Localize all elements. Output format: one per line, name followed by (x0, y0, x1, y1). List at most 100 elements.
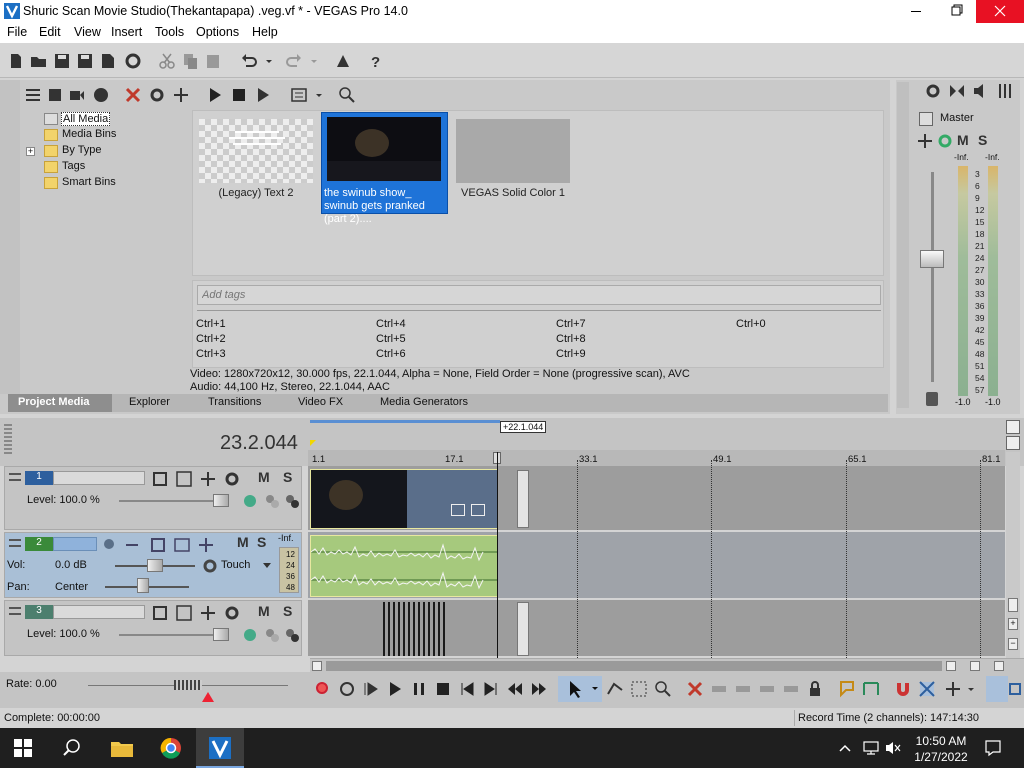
cut-icon[interactable] (158, 52, 176, 70)
horizontal-scroll-thumb[interactable] (326, 661, 942, 671)
notifications-icon[interactable] (984, 739, 1002, 757)
speaker-icon[interactable] (972, 82, 990, 100)
invert-phase-icon[interactable] (123, 536, 141, 554)
lock-icon[interactable] (926, 392, 938, 406)
stop-preview-icon[interactable] (230, 86, 248, 104)
make-child-icon[interactable] (283, 626, 301, 644)
track-number[interactable]: 1 (25, 471, 53, 485)
media-settings-icon[interactable] (24, 86, 42, 104)
tab-video-fx[interactable]: Video FX (298, 396, 343, 408)
import-media-icon[interactable] (46, 86, 64, 104)
mute-button[interactable]: M (258, 469, 270, 485)
envelope-tool-icon[interactable] (606, 680, 624, 698)
region-icon[interactable] (862, 680, 880, 698)
master-solo-button[interactable]: S (978, 132, 987, 148)
tree-item-all-media[interactable]: All Media (61, 112, 111, 126)
mixer-icon[interactable] (996, 82, 1014, 100)
collapse-icon[interactable] (9, 473, 21, 481)
menu-file[interactable]: File (7, 25, 27, 39)
shortcut-label[interactable]: Ctrl+9 (556, 348, 586, 360)
stop-icon[interactable] (434, 680, 452, 698)
ripple-dropdown-icon[interactable] (966, 680, 976, 698)
tab-transitions[interactable]: Transitions (208, 396, 261, 408)
track-fx-icon[interactable] (175, 604, 193, 622)
undo-icon[interactable] (240, 52, 258, 70)
tree-item-smart-bins[interactable]: Smart Bins (62, 176, 116, 188)
shortcut-label[interactable]: Ctrl+6 (376, 348, 406, 360)
play-from-start-icon[interactable] (362, 680, 380, 698)
maximize-button[interactable] (936, 0, 976, 23)
chevron-up-icon[interactable] (838, 742, 852, 754)
shortcut-label[interactable]: Ctrl+7 (556, 318, 586, 330)
mute-button[interactable]: M (258, 603, 270, 619)
collapse-icon[interactable] (9, 539, 21, 547)
clock-date[interactable]: 1/27/2022 (910, 750, 972, 764)
audio-event[interactable] (310, 535, 498, 597)
volume-muted-icon[interactable] (884, 740, 902, 756)
tree-item-tags[interactable]: Tags (62, 160, 85, 172)
chrome-icon[interactable] (160, 737, 182, 759)
tab-project-media[interactable]: Project Media (18, 396, 90, 408)
track-number[interactable]: 3 (25, 605, 53, 619)
selection-tool-icon[interactable] (630, 680, 648, 698)
master-fader-handle[interactable] (920, 250, 944, 268)
tree-item-by-type[interactable]: By Type (62, 144, 102, 156)
menu-edit[interactable]: Edit (39, 25, 61, 39)
scroll-down-button[interactable] (1008, 598, 1018, 612)
normal-edit-tool-button[interactable] (558, 676, 602, 702)
get-media-web-icon[interactable] (92, 86, 110, 104)
go-to-end-icon[interactable] (482, 680, 500, 698)
track-name-input[interactable] (53, 471, 145, 485)
loop-playback-icon[interactable] (338, 680, 356, 698)
make-parent-icon[interactable] (263, 626, 281, 644)
event-end-marker[interactable] (517, 602, 529, 656)
menu-view[interactable]: View (74, 25, 101, 39)
compositing-icon[interactable] (199, 604, 217, 622)
scroll-left-button[interactable] (312, 661, 322, 671)
lock-envelopes-button[interactable] (986, 676, 1008, 702)
level-slider-handle[interactable] (213, 494, 229, 507)
media-properties-icon[interactable] (148, 86, 166, 104)
text-event[interactable] (383, 602, 445, 656)
edit-tool-icon[interactable] (334, 52, 352, 70)
undo-dropdown-icon[interactable] (264, 52, 274, 70)
tab-media-generators[interactable]: Media Generators (380, 396, 468, 408)
render-as-icon[interactable] (99, 52, 117, 70)
track-route-icon[interactable] (197, 536, 215, 554)
level-slider-handle[interactable] (213, 628, 229, 641)
play-icon[interactable] (386, 680, 404, 698)
auto-ripple-icon[interactable] (944, 680, 962, 698)
automation-mode-value[interactable]: Touch (221, 559, 250, 571)
trim-icon[interactable] (710, 680, 728, 698)
pause-icon[interactable] (410, 680, 428, 698)
automation-mode-icon[interactable] (201, 557, 219, 575)
master-gear-icon[interactable] (936, 132, 954, 150)
paste-icon[interactable] (204, 52, 222, 70)
track-name-input[interactable] (53, 605, 145, 619)
zoom-in-vertical-button[interactable]: + (1008, 618, 1018, 630)
windows-start-icon[interactable] (14, 739, 32, 757)
zoom-in-horizontal-button[interactable] (970, 661, 980, 671)
expand-by-type-button[interactable]: + (26, 147, 35, 156)
minimize-button[interactable] (896, 0, 936, 23)
network-icon[interactable] (862, 740, 880, 756)
chevron-down-icon[interactable] (263, 563, 271, 568)
menu-tools[interactable]: Tools (155, 25, 184, 39)
horizontal-scrollbar[interactable] (310, 658, 1024, 672)
add-tags-input[interactable] (197, 285, 881, 305)
media-fx-icon[interactable] (172, 86, 190, 104)
shortcut-label[interactable]: Ctrl+4 (376, 318, 406, 330)
media-thumbnail-legacy-text[interactable] (199, 119, 313, 183)
shortcut-label[interactable]: Ctrl+8 (556, 333, 586, 345)
shortcut-label[interactable]: Ctrl+0 (736, 318, 766, 330)
collapse-icon[interactable] (9, 607, 21, 615)
media-thumbnail-video[interactable] (327, 117, 441, 181)
track-name-input[interactable] (53, 537, 97, 551)
shortcut-label[interactable]: Ctrl+2 (196, 333, 226, 345)
delete-icon[interactable] (686, 680, 704, 698)
composite-mode-icon[interactable] (241, 492, 259, 510)
marker-icon[interactable] (838, 680, 856, 698)
tree-item-media-bins[interactable]: Media Bins (62, 128, 116, 140)
record-button[interactable] (316, 682, 328, 694)
search-icon[interactable] (62, 738, 82, 758)
